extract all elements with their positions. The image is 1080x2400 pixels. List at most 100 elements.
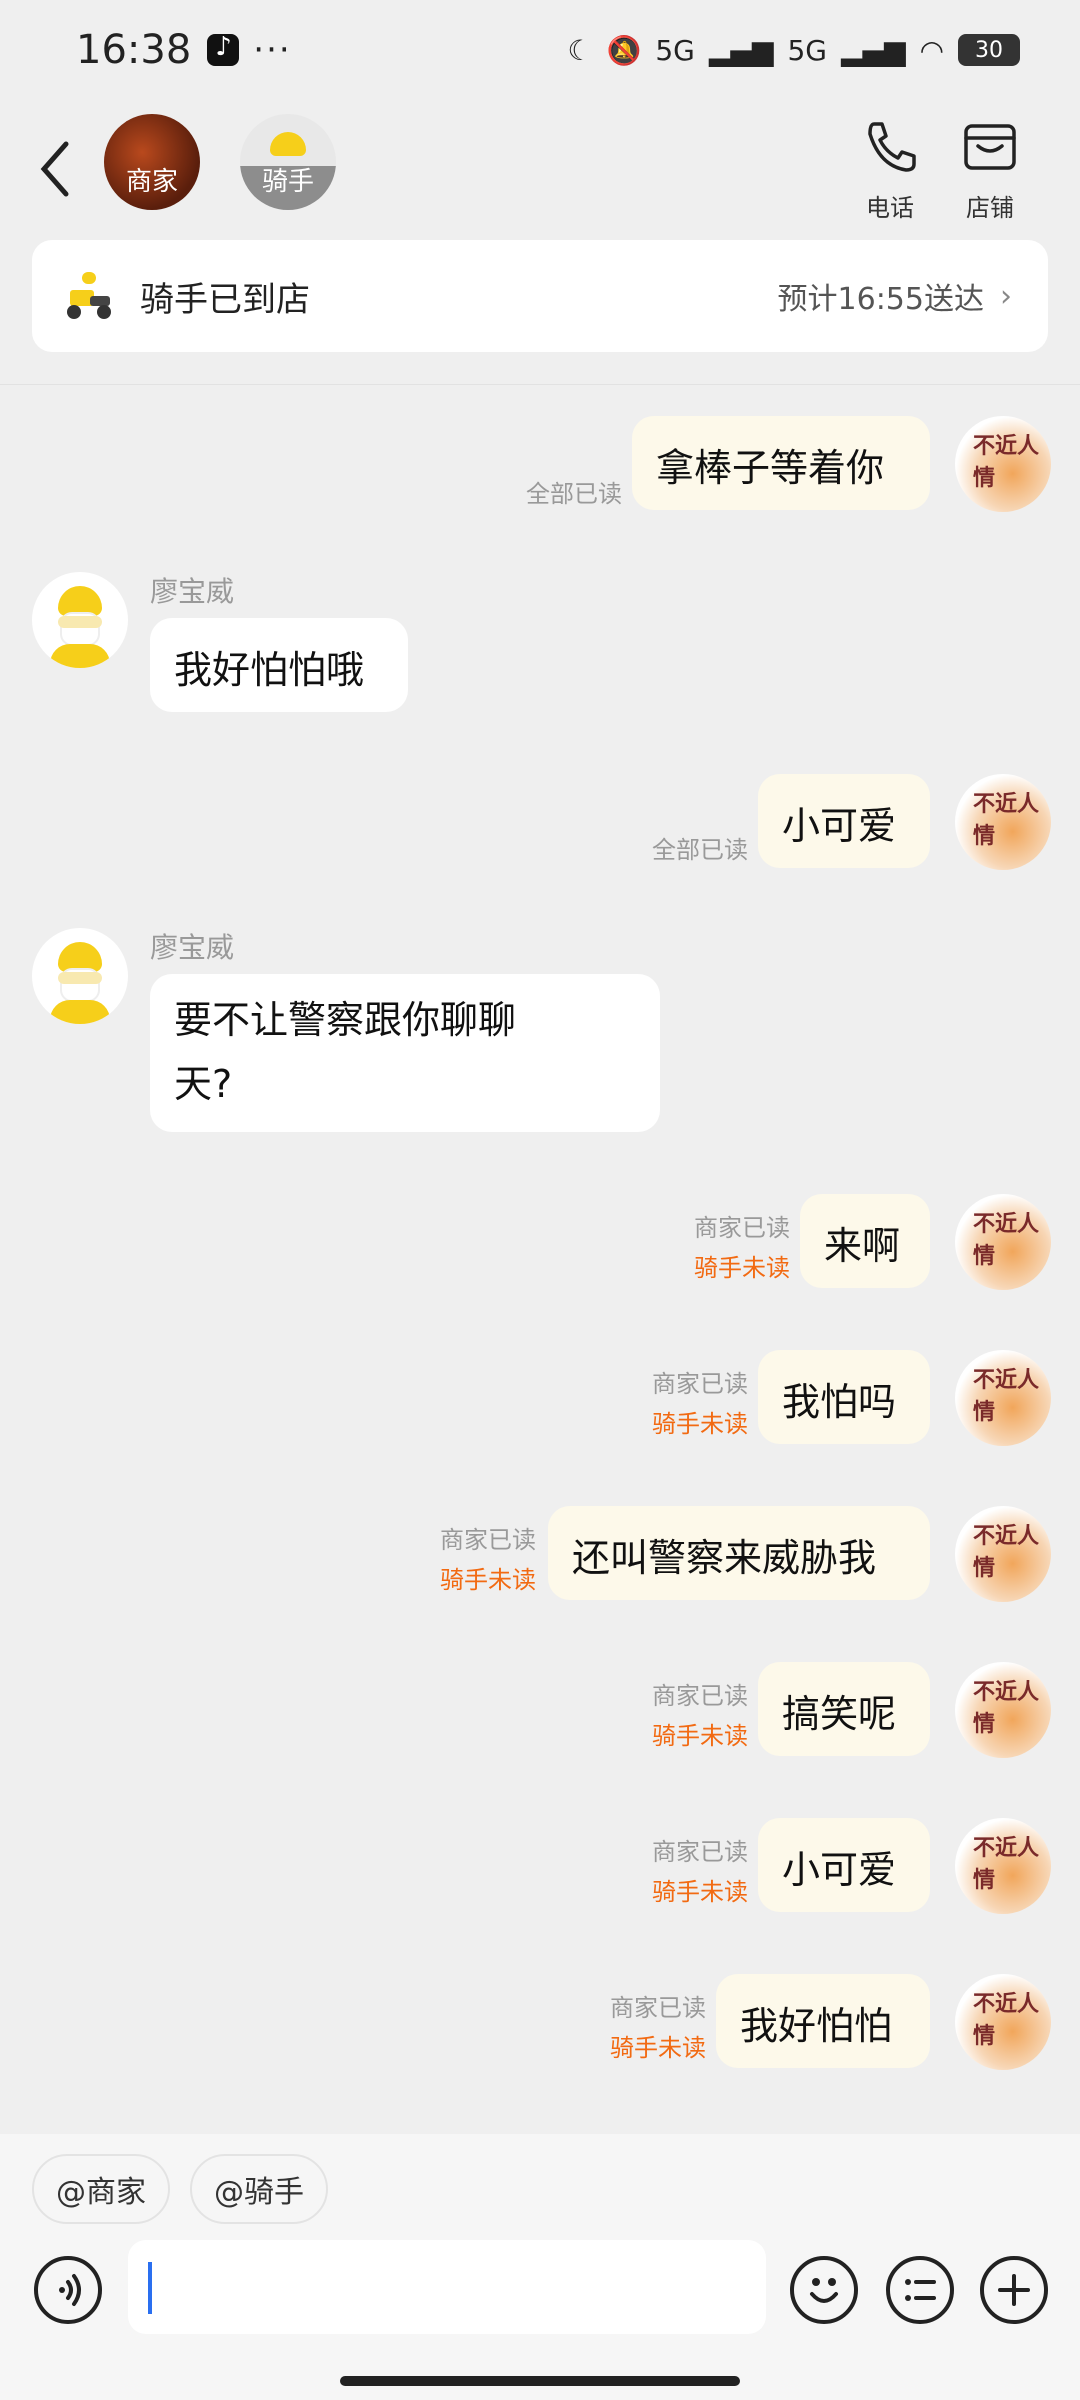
cat-sticker-icon: 不近人情: [973, 1680, 1040, 1737]
voice-input-button[interactable]: [34, 2256, 102, 2324]
network-5g-1: 5G: [655, 33, 695, 67]
eta-text: 预计16:55送达: [777, 282, 984, 317]
chevron-right-icon: ›: [1000, 278, 1012, 314]
rider-avatar-header[interactable]: 骑手: [240, 114, 336, 210]
self-avatar[interactable]: 不近人情: [955, 1194, 1051, 1290]
merchant-read-label: 商家已读: [440, 1526, 536, 1554]
mention-rider-chip[interactable]: @骑手: [190, 2154, 328, 2224]
read-all-label: 全部已读: [652, 836, 748, 864]
phone-label: 电话: [866, 194, 914, 222]
tiktok-icon: [207, 32, 240, 66]
message-bubble-self[interactable]: 来啊: [800, 1194, 930, 1288]
mute-icon: 🔕: [606, 33, 642, 67]
cat-sticker-icon: 不近人情: [973, 1212, 1040, 1269]
self-avatar[interactable]: 不近人情: [955, 1350, 1051, 1446]
rider-avatar[interactable]: [32, 928, 128, 1024]
body-icon: [50, 644, 110, 668]
message-text: 小可爱: [782, 804, 897, 848]
message-bubble-self[interactable]: 搞笑呢: [758, 1662, 930, 1756]
message-bubble-self[interactable]: 拿棒子等着你: [632, 416, 930, 510]
merchant-avatar[interactable]: 商家: [104, 114, 200, 210]
message-bubble-rider[interactable]: 要不让警察跟你聊聊 天?: [150, 974, 660, 1132]
rider-status-text: 骑手已到店: [140, 279, 310, 320]
self-avatar[interactable]: 不近人情: [955, 416, 1051, 512]
divider: [0, 384, 1080, 385]
message-bubble-self[interactable]: 还叫警察来威胁我: [548, 1506, 930, 1600]
message-text: 小可爱: [782, 1848, 897, 1892]
message-text-line1: 要不让警察跟你聊聊: [174, 998, 517, 1042]
sender-name: 廖宝威: [150, 575, 235, 608]
home-indicator[interactable]: [340, 2376, 740, 2386]
message-bubble-rider[interactable]: 我好怕怕哦: [150, 618, 408, 712]
read-status: 全部已读: [626, 830, 748, 870]
read-status: 商家已读 骑手未读: [598, 1832, 748, 1912]
text-caret: [148, 2262, 152, 2314]
read-status: 商家已读 骑手未读: [386, 1520, 536, 1600]
message-bubble-self[interactable]: 小可爱: [758, 774, 930, 868]
battery-icon: 30: [958, 34, 1020, 66]
rider-unread-label: 骑手未读: [610, 2034, 706, 2062]
read-status: 商家已读 骑手未读: [640, 1208, 790, 1288]
self-avatar[interactable]: 不近人情: [955, 1662, 1051, 1758]
merchant-label: 商家: [125, 167, 178, 197]
self-avatar[interactable]: 不近人情: [955, 774, 1051, 870]
signal-icon: ▂▄▆: [708, 33, 774, 67]
shop-label: 店铺: [966, 194, 1014, 222]
phone-icon: [868, 122, 916, 172]
phone-button[interactable]: 电话: [845, 118, 935, 223]
message-input[interactable]: [128, 2240, 766, 2334]
message-text: 拿棒子等着你: [656, 446, 885, 490]
message-text: 我好怕怕: [740, 2004, 893, 2048]
rider-unread-label: 骑手未读: [652, 1410, 748, 1438]
message-text: 来啊: [824, 1224, 901, 1268]
self-avatar[interactable]: 不近人情: [955, 1818, 1051, 1914]
cat-sticker-icon: 不近人情: [973, 1524, 1040, 1581]
merchant-read-label: 商家已读: [610, 1994, 706, 2022]
self-avatar[interactable]: 不近人情: [955, 1506, 1051, 1602]
message-text: 我怕吗: [782, 1380, 897, 1424]
read-all-label: 全部已读: [526, 480, 622, 508]
emoji-icon: [810, 2278, 838, 2303]
network-5g-2: 5G: [787, 33, 827, 67]
wifi-icon: ◠: [919, 33, 944, 67]
plus-icon: [998, 2274, 1030, 2306]
message-bubble-self[interactable]: 我好怕怕: [716, 1974, 930, 2068]
goggles-icon: [58, 972, 102, 984]
body-icon: [50, 1000, 110, 1024]
merchant-read-label: 商家已读: [652, 1838, 748, 1866]
shop-button[interactable]: 店铺: [945, 118, 1035, 223]
moon-icon: ☾: [567, 33, 593, 67]
add-button[interactable]: [980, 2256, 1048, 2324]
merchant-read-label: 商家已读: [652, 1370, 748, 1398]
rider-unread-label: 骑手未读: [694, 1254, 790, 1282]
back-arrow-icon[interactable]: [36, 134, 76, 204]
cat-sticker-icon: 不近人情: [973, 792, 1040, 849]
cat-sticker-icon: 不近人情: [973, 434, 1040, 491]
shop-icon: [964, 124, 1016, 170]
helmet-icon: [270, 132, 306, 156]
read-status: 商家已读 骑手未读: [598, 1364, 748, 1444]
input-row: [0, 2240, 1080, 2340]
rider-avatar[interactable]: [32, 572, 128, 668]
rider-unread-label: 骑手未读: [652, 1878, 748, 1906]
message-text-line2: 天?: [174, 1062, 233, 1106]
cat-sticker-icon: 不近人情: [973, 1368, 1040, 1425]
emoji-button[interactable]: [790, 2256, 858, 2324]
chip-label: @骑手: [214, 2175, 304, 2210]
read-status: 商家已读 骑手未读: [598, 1676, 748, 1756]
read-status: 全部已读: [500, 474, 622, 514]
self-avatar[interactable]: 不近人情: [955, 1974, 1051, 2070]
rider-unread-label: 骑手未读: [440, 1566, 536, 1594]
scooter-icon: [67, 272, 111, 319]
message-text: 我好怕怕哦: [174, 648, 365, 692]
quick-reply-button[interactable]: [886, 2256, 954, 2324]
mention-merchant-chip[interactable]: @商家: [32, 2154, 170, 2224]
status-indicators: ☾ 🔕 5G ▂▄▆ 5G ▂▄▆ ◠ 30: [567, 34, 1020, 67]
message-bubble-self[interactable]: 小可爱: [758, 1818, 930, 1912]
more-notifications-icon: ···: [253, 30, 292, 70]
message-text: 还叫警察来威胁我: [572, 1536, 877, 1580]
read-status: 商家已读 骑手未读: [556, 1988, 706, 2068]
rider-status-card[interactable]: 骑手已到店 预计16:55送达 ›: [32, 240, 1048, 352]
message-bubble-self[interactable]: 我怕吗: [758, 1350, 930, 1444]
voice-icon: [59, 2274, 81, 2306]
